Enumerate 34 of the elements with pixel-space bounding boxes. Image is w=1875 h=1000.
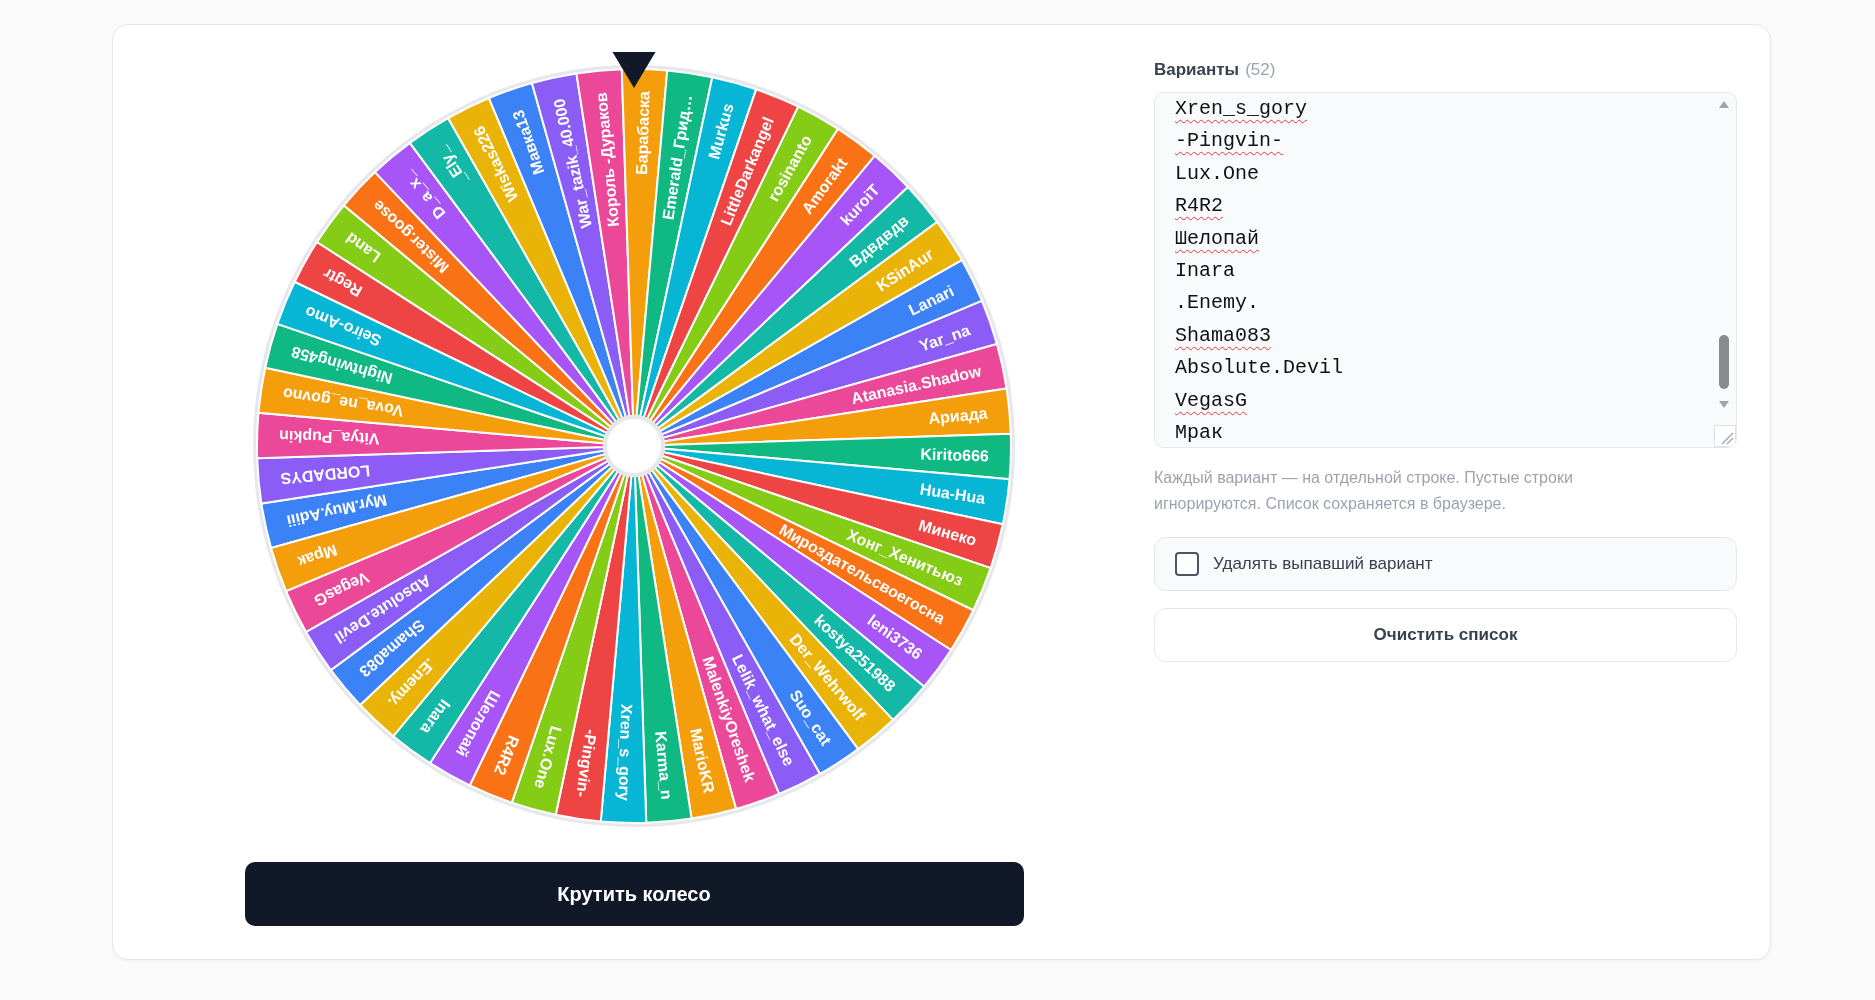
segment-label: Xren_s_gory (615, 703, 636, 802)
segment-label: LORDADYS (279, 462, 371, 488)
option-line: Shama083 (1175, 323, 1271, 347)
segment-label: Король -Дураков (592, 91, 623, 228)
option-line: Absolute.Devil (1175, 356, 1344, 380)
option-line: R4R2 (1175, 194, 1223, 218)
option-count: (52) (1245, 59, 1276, 81)
option-line: Шелопай (1175, 226, 1259, 250)
checkbox-label: Удалять выпавший вариант (1213, 554, 1433, 574)
option-line: Lux.One (1175, 161, 1259, 185)
option-line: Inara (1175, 259, 1235, 283)
segment-label: Lux.One (531, 724, 565, 791)
pointer-icon (612, 52, 656, 88)
segment-label: -Pingvin- (573, 728, 600, 799)
checkbox[interactable] (1175, 552, 1199, 576)
hint-text: Каждый вариант — на отдельной строке. Пустые строки игнорируются. Список сохраняется в браузере. (1154, 468, 1574, 514)
segment-label: Karma_n (652, 730, 676, 801)
segment-label: Ариада (927, 404, 989, 427)
segment-label: Барабаска (633, 90, 653, 175)
clear-list-button[interactable]: Очистить список (1154, 608, 1737, 662)
option-line: Мрак (1175, 421, 1223, 445)
option-line: -Pingvin- (1175, 129, 1284, 153)
segment-label: Kirito666 (920, 445, 990, 465)
segment-label: Мрак (295, 541, 340, 571)
segment-label: Hua-Hua (918, 480, 987, 507)
spin-button[interactable]: Крутить колесо (244, 862, 1024, 926)
segment-label: Vitya_Pupkin (278, 427, 380, 448)
option-line: .Enemy. (1175, 291, 1259, 315)
option-line: VegasG (1175, 388, 1247, 412)
resize-grip-icon[interactable] (1714, 425, 1736, 447)
options-label: Варианты (1154, 59, 1240, 81)
option-line: Xren_s_gory (1175, 97, 1308, 120)
segment-label: Yar_na (916, 321, 973, 355)
options-textarea[interactable]: Xren_s_gory -Pingvin- Lux.One R4R2 Шелопай Inara .Enemy. Shama083 Absolute.Devil VegasG Мрак (1154, 92, 1737, 448)
